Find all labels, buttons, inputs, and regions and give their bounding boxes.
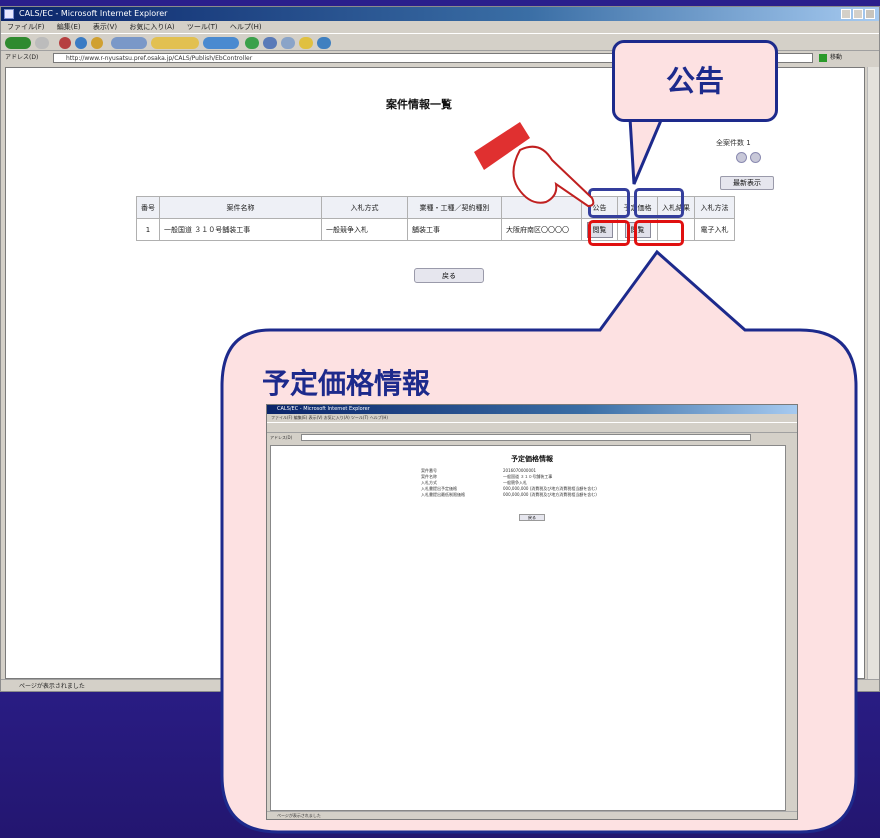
inner-window-titlebar: CALS/EC - Microsoft Internet Explorer bbox=[267, 405, 797, 414]
inner-menu-file: ファイル(F) bbox=[271, 415, 293, 420]
inner-menu-bar: ファイル(F) 編集(E) 表示(V) お気に入り(A) ツール(T) ヘルプ(… bbox=[267, 414, 797, 422]
planned-price-callout-title: 予定価格情報 bbox=[262, 367, 431, 400]
inner-info-value: 000,000,000 (消費税及び地方消費税相当額を含む) bbox=[503, 492, 597, 497]
notice-callout: 公告 bbox=[612, 40, 778, 122]
inner-status-bar: ページが表示されました bbox=[267, 811, 797, 819]
inner-info-row: 入札書提出最低制限価格 000,000,000 (消費税及び地方消費税相当額を含む… bbox=[421, 492, 597, 498]
inner-info-value: 一般国道 ３１０号舗装工事 bbox=[503, 474, 553, 479]
inner-address-input bbox=[301, 434, 751, 441]
inner-page-title: 予定価格情報 bbox=[511, 455, 553, 463]
pointing-hand-icon bbox=[474, 122, 595, 208]
inner-info-key: 入札書提出最低制限価格 bbox=[421, 492, 465, 497]
inner-address-label: アドレス(D) bbox=[270, 435, 293, 440]
inner-menu-favorites: お気に入り(A) bbox=[323, 415, 350, 420]
inner-info-value: 2016070000001 bbox=[503, 468, 537, 473]
notice-callout-tail bbox=[628, 116, 665, 185]
inner-menu-edit: 編集(E) bbox=[293, 415, 308, 420]
inner-menu-tools: ツール(T) bbox=[350, 415, 369, 420]
inner-info-rows: 案件番号 2016070000001 案件名称 一般国道 ３１０号舗装工事 入札方式… bbox=[421, 468, 597, 498]
inner-menu-view: 表示(V) bbox=[308, 415, 323, 420]
inner-back-button: 戻る bbox=[519, 514, 545, 521]
inner-menu-help: ヘルプ(H) bbox=[369, 415, 388, 420]
inner-address-bar: アドレス(D) bbox=[267, 433, 797, 442]
planned-price-screenshot: CALS/EC - Microsoft Internet Explorer ファ… bbox=[266, 404, 798, 820]
inner-toolbar bbox=[267, 422, 797, 433]
inner-info-value: 000,000,000 (消費税及び地方消費税相当額を含む) bbox=[503, 486, 597, 491]
inner-info-value: 一般競争入札 bbox=[503, 480, 527, 485]
inner-page-content: 予定価格情報 案件番号 2016070000001 案件名称 一般国道 ３１０号舗装… bbox=[270, 445, 786, 811]
